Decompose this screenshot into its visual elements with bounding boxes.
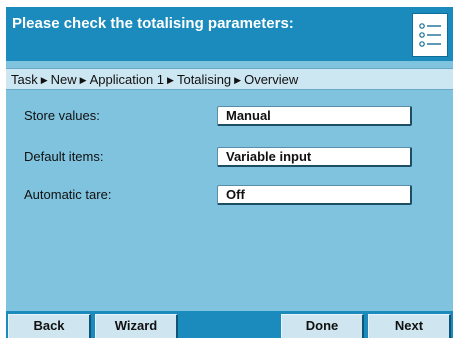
page-title: Please check the totalising parameters:: [12, 15, 294, 32]
back-button[interactable]: Back: [8, 314, 91, 338]
breadcrumb-item-task: Task: [11, 72, 38, 87]
header-bar: Please check the totalising parameters:: [6, 7, 453, 61]
terminal-screen: Please check the totalising parameters: …: [6, 7, 453, 338]
breadcrumb-item-overview: Overview: [244, 72, 299, 87]
automatic-tare-field[interactable]: Off: [217, 185, 412, 205]
breadcrumb-separator-icon: ▶: [79, 75, 87, 85]
automatic-tare-label: Automatic tare:: [24, 187, 112, 202]
next-button[interactable]: Next: [368, 314, 451, 338]
breadcrumb-item-application: Application 1: [89, 72, 165, 87]
breadcrumb-item-totalising: Totalising: [176, 72, 232, 87]
list-icon: [419, 23, 441, 47]
wizard-button[interactable]: Wizard: [95, 314, 178, 338]
store-values-label: Store values:: [24, 108, 100, 123]
breadcrumb: Task ▶ New ▶ Application 1 ▶ Totalising ▶ Overvi…: [6, 68, 453, 90]
store-values-field[interactable]: Manual: [217, 106, 412, 126]
breadcrumb-item-new: New: [50, 72, 77, 87]
breadcrumb-separator-icon: ▶: [40, 75, 48, 85]
softkey-bar: Back Wizard Done Next: [6, 311, 453, 338]
default-items-field[interactable]: Variable input: [217, 147, 412, 167]
breadcrumb-trail: Task ▶ New ▶ Application 1 ▶ Totalising ▶ Overvi…: [11, 72, 298, 87]
breadcrumb-separator-icon: ▶: [167, 75, 174, 85]
breadcrumb-separator-icon: ▶: [234, 75, 242, 85]
list-view-button[interactable]: [412, 13, 448, 57]
default-items-label: Default items:: [24, 149, 104, 164]
done-button[interactable]: Done: [281, 314, 364, 338]
